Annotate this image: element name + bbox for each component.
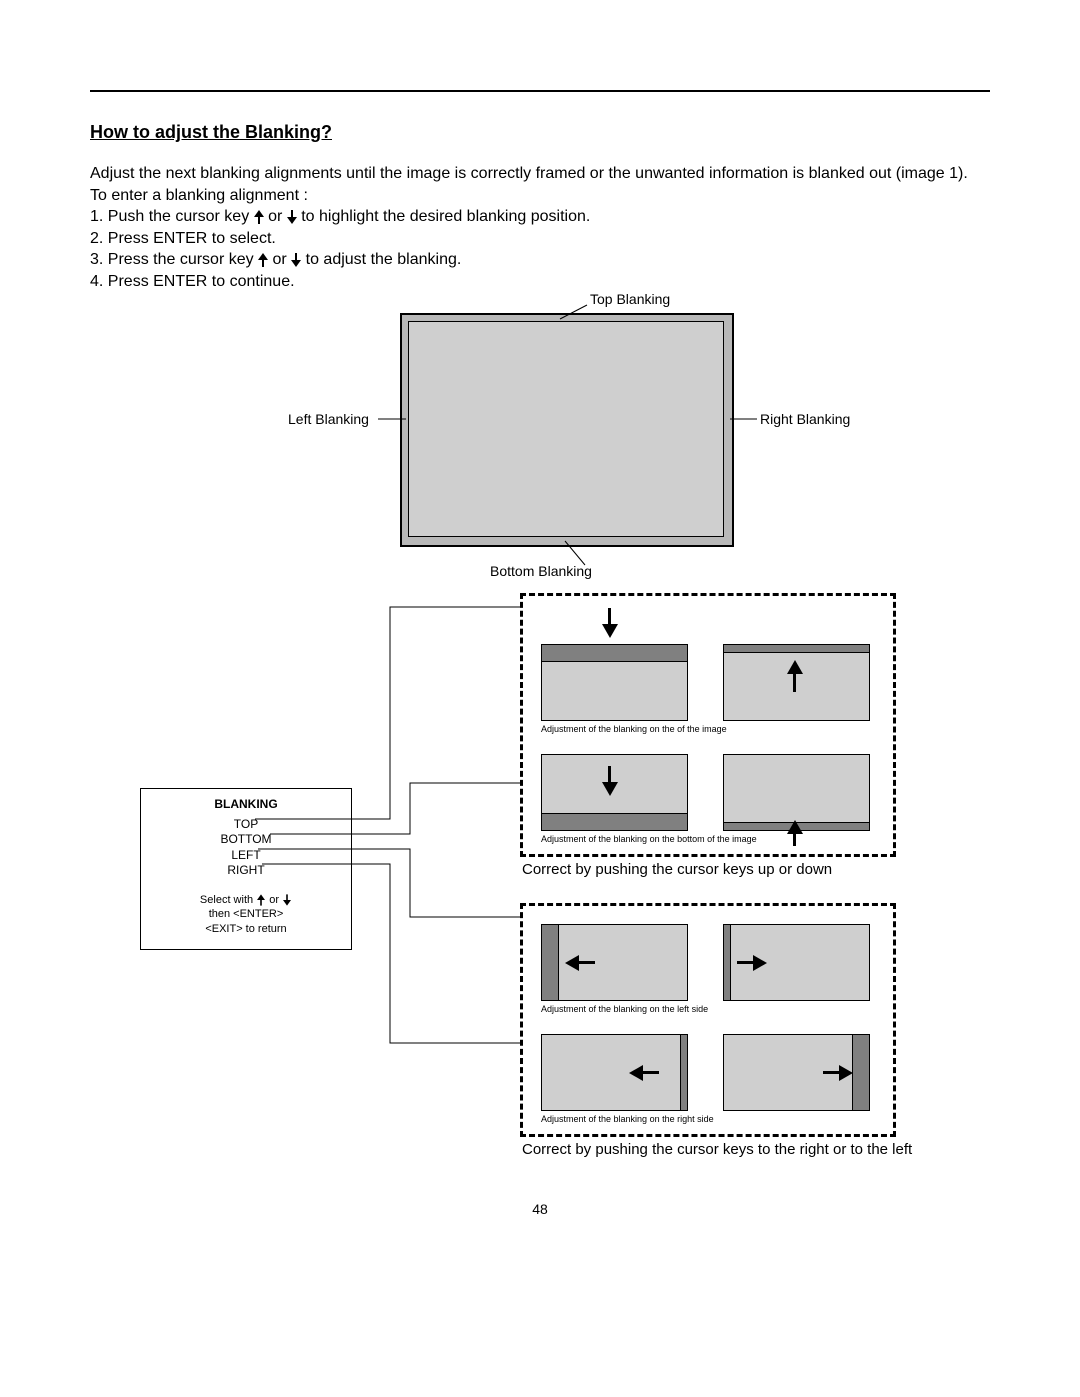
step2: 2. Press ENTER to select. <box>90 228 990 250</box>
mini-right-less <box>541 1034 688 1111</box>
lower-diagrams: BLANKING TOP BOTTOM LEFT RIGHT Select wi… <box>90 593 990 1193</box>
mini-top-more <box>541 644 688 721</box>
label-top-blanking: Top Blanking <box>590 291 670 307</box>
step1-a: 1. Push the cursor key <box>90 208 254 225</box>
step1-b: or <box>268 208 287 225</box>
arrow-up-icon <box>254 210 264 224</box>
menu-foot3: <EXIT> to return <box>141 922 351 936</box>
arrow-left-icon <box>629 1065 643 1081</box>
step3-a: 3. Press the cursor key <box>90 251 258 268</box>
arrow-up-icon <box>257 894 265 905</box>
arrow-right-icon <box>839 1065 853 1081</box>
caption-adj-top: Adjustment of the blanking on the of the… <box>541 724 727 734</box>
caption-correct-vertical: Correct by pushing the cursor keys up or… <box>522 861 832 879</box>
arrow-down-icon <box>602 624 618 638</box>
arrow-up-icon <box>787 820 803 834</box>
vertical-blanking-group: Adjustment of the blanking on the of the… <box>520 593 896 857</box>
menu-foot2: then <ENTER> <box>141 907 351 921</box>
mini-left-more <box>541 924 688 1001</box>
arrow-up-icon <box>787 660 803 674</box>
label-left-blanking: Left Blanking <box>288 411 369 427</box>
enter-line: To enter a blanking alignment : <box>90 185 990 207</box>
caption-correct-horizontal: Correct by pushing the cursor keys to th… <box>522 1141 912 1159</box>
caption-adj-bottom: Adjustment of the blanking on the bottom… <box>541 834 757 844</box>
arrow-down-icon <box>602 782 618 796</box>
arrow-left-icon <box>641 1071 659 1074</box>
screen-inner-area <box>408 321 724 537</box>
menu-item-left: LEFT <box>141 848 351 864</box>
step3-b: or <box>273 251 292 268</box>
menu-title: BLANKING <box>141 797 351 811</box>
arrow-up-icon <box>793 832 796 846</box>
intro-text: Adjust the next blanking alignments unti… <box>90 163 990 185</box>
arrow-up-icon <box>793 674 796 692</box>
menu-item-top: TOP <box>141 817 351 833</box>
arrow-down-icon <box>287 210 297 224</box>
caption-adj-left: Adjustment of the blanking on the left s… <box>541 1004 708 1014</box>
step3-c: to adjust the blanking. <box>306 251 462 268</box>
menu-item-bottom: BOTTOM <box>141 832 351 848</box>
label-right-blanking: Right Blanking <box>760 411 850 427</box>
blanking-screen-diagram: Top Blanking Left Blanking Right Blankin… <box>90 293 990 593</box>
top-rule <box>90 90 990 92</box>
mini-top-less <box>723 644 870 721</box>
section-heading: How to adjust the Blanking? <box>90 122 990 143</box>
step1-c: to highlight the desired blanking positi… <box>301 208 590 225</box>
intro-block: Adjust the next blanking alignments unti… <box>90 163 990 293</box>
menu-foot1a: Select with <box>200 894 256 906</box>
caption-adj-right: Adjustment of the blanking on the right … <box>541 1114 714 1124</box>
blanking-menu-box: BLANKING TOP BOTTOM LEFT RIGHT Select wi… <box>140 788 352 950</box>
menu-item-right: RIGHT <box>141 863 351 879</box>
arrow-down-icon <box>283 894 291 905</box>
arrow-up-icon <box>258 253 268 267</box>
page-number: 48 <box>90 1201 990 1217</box>
horizontal-blanking-group: Adjustment of the blanking on the left s… <box>520 903 896 1137</box>
menu-foot1b: or <box>269 894 282 906</box>
arrow-left-icon <box>577 961 595 964</box>
arrow-down-icon <box>291 253 301 267</box>
arrow-right-icon <box>753 955 767 971</box>
label-bottom-blanking: Bottom Blanking <box>490 563 592 579</box>
arrow-left-icon <box>565 955 579 971</box>
step4: 4. Press ENTER to continue. <box>90 271 990 293</box>
